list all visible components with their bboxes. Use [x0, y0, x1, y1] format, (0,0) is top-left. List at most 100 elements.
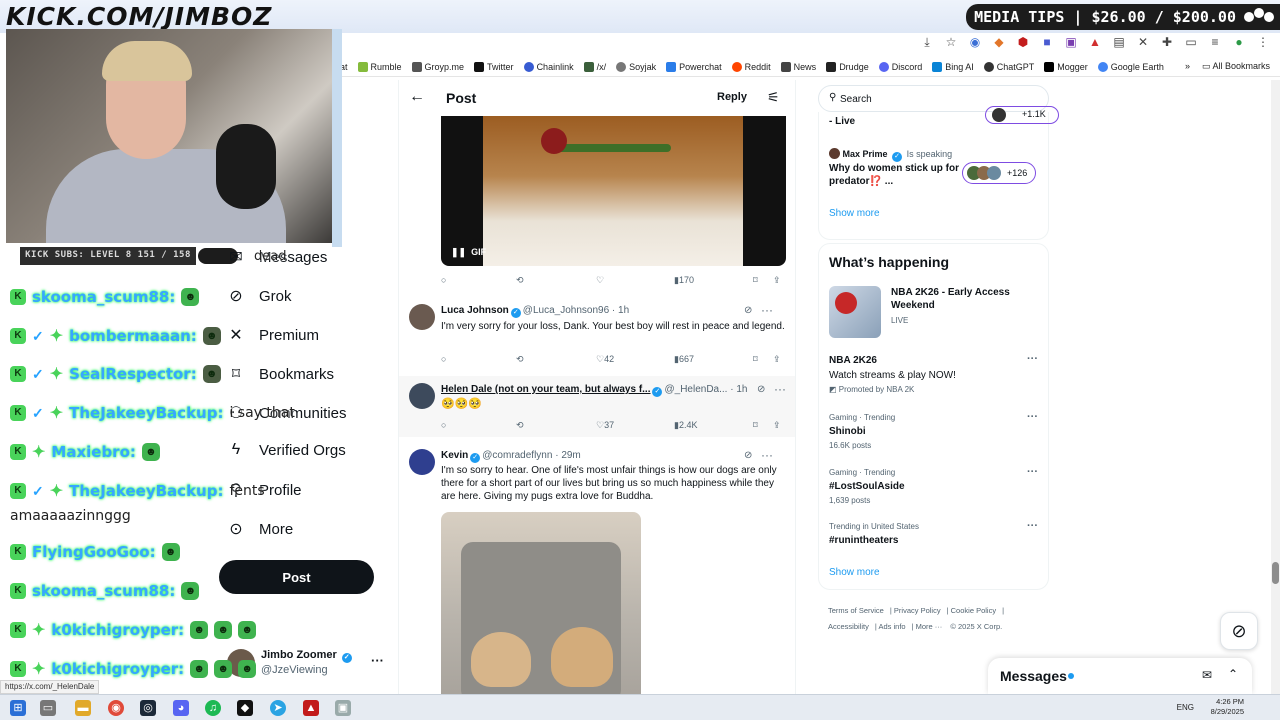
compose-message-icon[interactable]: ✉ — [1202, 668, 1212, 682]
extension-icon[interactable]: ▤ — [1112, 35, 1126, 49]
bookmark-item[interactable]: Drudge — [826, 61, 869, 72]
bookmark-item[interactable]: Google Earth — [1097, 61, 1164, 72]
bookmark-item[interactable]: Mogger — [1044, 61, 1088, 72]
bookmark-icon[interactable]: ⌑ — [753, 275, 758, 286]
nav-premium[interactable]: ✕ Premium — [227, 325, 319, 345]
install-icon[interactable]: ⤓ — [920, 35, 934, 49]
app-icon[interactable]: ▲ — [303, 700, 319, 716]
more-icon[interactable]: ··· — [1027, 353, 1038, 365]
bookmark-item[interactable]: Powerchat — [666, 61, 722, 72]
telegram-icon[interactable]: ➤ — [270, 700, 286, 716]
profile-icon[interactable]: ● — [1232, 35, 1246, 49]
more-icon[interactable]: ··· — [761, 448, 773, 462]
discord-icon[interactable]: ◕ — [173, 700, 189, 716]
share-icon[interactable]: ⇪ — [773, 354, 781, 365]
show-more-link[interactable]: Show more — [829, 567, 880, 578]
extension-icon[interactable]: ◆ — [992, 35, 1006, 49]
nav-grok[interactable]: ⊘ Grok — [227, 286, 291, 306]
spotify-icon[interactable]: ♫ — [205, 700, 221, 716]
bookmark-icon[interactable]: ⌑ — [753, 354, 758, 365]
like-count[interactable]: ♡ 37 — [596, 420, 614, 431]
views-count[interactable]: ▮ 170 — [674, 275, 694, 286]
system-clock[interactable]: 4:26 PM 8/29/2025 — [1211, 697, 1244, 717]
extension-icon[interactable]: ■ — [1040, 35, 1054, 49]
chrome-icon[interactable]: ◉ — [108, 700, 124, 716]
bookmarks-overflow-button[interactable]: » — [1185, 61, 1190, 72]
repost-icon[interactable]: ⟲ — [516, 354, 524, 365]
filter-icon[interactable]: ⚟ — [767, 89, 780, 106]
nav-more[interactable]: ⊙ More — [227, 519, 293, 539]
bookmark-item[interactable]: Twitter — [474, 61, 514, 72]
bookmark-item[interactable]: News — [780, 61, 816, 72]
space-title[interactable]: Why do women stick up for predator⁉️ ... — [829, 162, 959, 188]
grok-icon[interactable]: ⊘ — [744, 305, 752, 316]
nav-bookmarks[interactable]: ⌑ Bookmarks — [227, 364, 334, 384]
bookmark-item[interactable]: Reddit — [731, 61, 771, 72]
reply-icon[interactable]: ○ — [441, 420, 446, 430]
nav-verified-orgs[interactable]: ϟ Verified Orgs — [227, 441, 346, 459]
show-more-link[interactable]: Show more — [829, 208, 880, 219]
reply-icon[interactable]: ○ — [441, 354, 446, 364]
space-listeners-badge[interactable]: +1.1K — [985, 106, 1059, 124]
grok-icon[interactable]: ⊘ — [757, 384, 765, 395]
grok-floating-button[interactable]: ⊘ — [1220, 612, 1258, 650]
puzzle-icon[interactable]: ✚ — [1160, 35, 1174, 49]
more-icon[interactable]: ··· — [1027, 411, 1038, 423]
like-icon[interactable]: ♡ — [596, 275, 604, 286]
views-count[interactable]: ▮ 667 — [674, 354, 694, 365]
views-count[interactable]: ▮ 2.4K — [674, 420, 697, 431]
extension-icon[interactable]: ▲ — [1088, 35, 1102, 49]
account-more-icon[interactable]: ··· — [371, 653, 384, 668]
chevron-up-icon[interactable]: ⌃ — [1228, 667, 1238, 681]
avatar[interactable] — [409, 304, 435, 330]
bookmark-item[interactable]: Rumble — [357, 61, 402, 72]
menu-list-icon[interactable]: ≡ — [1208, 35, 1222, 49]
more-icon[interactable]: ··· — [761, 303, 773, 317]
all-bookmarks-button[interactable]: ▭ All Bookmarks — [1202, 61, 1270, 72]
steam-icon[interactable]: ◎ — [140, 700, 156, 716]
bookmark-item[interactable]: ChatGPT — [983, 61, 1034, 72]
trend-name[interactable]: #LostSoulAside — [829, 481, 905, 492]
space-listeners-badge[interactable]: +126 — [962, 162, 1036, 184]
file-explorer-icon[interactable]: ▬ — [75, 700, 91, 716]
repost-icon[interactable]: ⟲ — [516, 420, 524, 431]
language-indicator[interactable]: ENG — [1177, 703, 1194, 712]
kebab-menu-icon[interactable]: ⋮ — [1256, 35, 1270, 49]
bookmark-item[interactable]: Groyp.me — [411, 61, 464, 72]
like-count[interactable]: ♡ 42 — [596, 354, 614, 365]
star-bookmark-icon[interactable]: ☆ — [944, 35, 958, 49]
more-icon[interactable]: ··· — [1027, 520, 1038, 532]
bookmark-item[interactable]: Discord — [878, 61, 922, 72]
trend-title[interactable]: NBA 2K26 - Early Access Weekend — [891, 286, 1041, 312]
back-arrow-icon[interactable]: ← — [409, 88, 425, 106]
space-host[interactable]: Max Prime ✓ Is speaking — [829, 146, 952, 162]
extension-icon[interactable]: ◉ — [968, 35, 982, 49]
grok-icon[interactable]: ⊘ — [744, 450, 752, 461]
extension-icon[interactable]: ▣ — [1064, 35, 1078, 49]
extension-icon[interactable]: ⬢ — [1016, 35, 1030, 49]
more-icon[interactable]: ··· — [1027, 466, 1038, 478]
bookmark-icon[interactable]: ⌑ — [753, 420, 758, 431]
x-extension-icon[interactable]: ✕ — [1136, 35, 1150, 49]
trend-name[interactable]: Shinobi — [829, 426, 866, 437]
reply-button[interactable]: Reply — [717, 91, 747, 103]
app-icon[interactable]: ▣ — [335, 700, 351, 716]
task-view-icon[interactable]: ▭ — [40, 700, 56, 716]
windows-start-icon[interactable]: ⊞ — [10, 700, 26, 716]
trend-name[interactable]: #runintheaters — [829, 535, 898, 546]
more-icon[interactable]: ··· — [774, 382, 786, 396]
bookmark-item[interactable]: Soyjak — [616, 61, 656, 72]
share-icon[interactable]: ⇪ — [773, 420, 781, 431]
page-scrollbar[interactable] — [1271, 80, 1280, 694]
bookmark-item[interactable]: Bing AI — [932, 61, 974, 72]
bookmark-item[interactable]: Chainlink — [523, 61, 574, 72]
app-icon[interactable]: ◆ — [237, 700, 253, 716]
pug-photo[interactable] — [441, 512, 641, 694]
sidebar-icon[interactable]: ▭ — [1184, 35, 1198, 49]
avatar[interactable] — [409, 383, 435, 409]
share-icon[interactable]: ⇪ — [773, 275, 781, 286]
reply-icon[interactable]: ○ — [441, 275, 446, 285]
bookmark-item[interactable]: /x/ — [583, 61, 606, 72]
avatar[interactable] — [409, 449, 435, 475]
messages-drawer[interactable]: Messages ✉ ⌃ — [988, 658, 1252, 694]
